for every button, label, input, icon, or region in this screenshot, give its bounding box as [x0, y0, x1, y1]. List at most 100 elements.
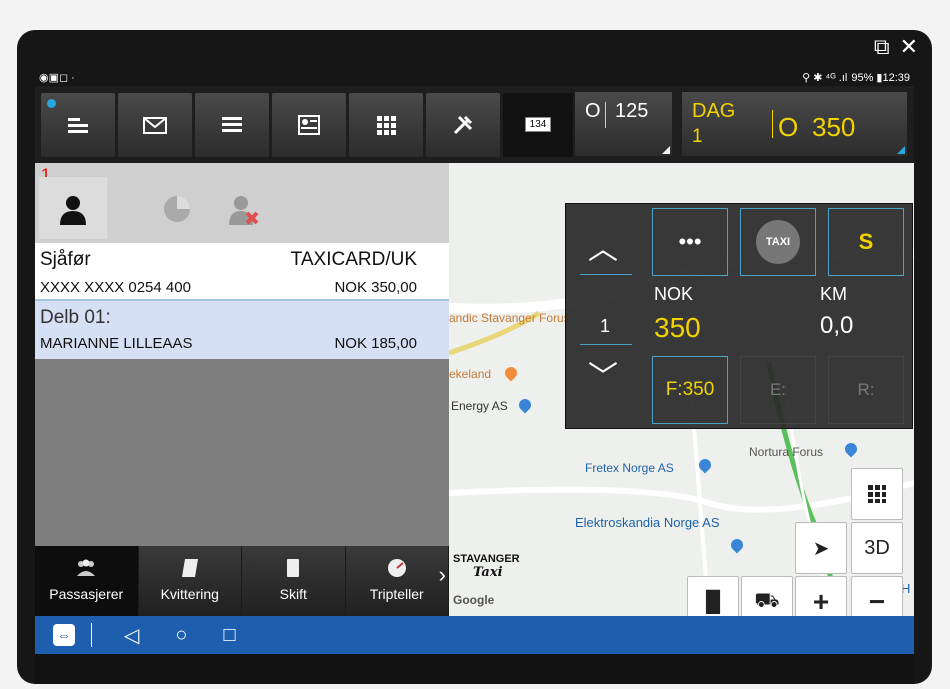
divider-line	[580, 344, 632, 345]
km-value: 0,0	[820, 312, 854, 339]
split-card[interactable]: Delb 01: MARIANNE LILLEAAS NOK 185,00	[35, 301, 449, 359]
tablet-frame: ⧉ ✕ ◉▣◻ · ⚲ ✱ ⁴ᴳ .ıl 95% ▮12:39 134 O 12…	[17, 30, 932, 684]
map-grid-button[interactable]	[851, 468, 903, 520]
split-amount: NOK 185,00	[334, 335, 417, 352]
dag-o-label: O	[778, 112, 799, 142]
clipboard-icon	[287, 559, 300, 577]
stavanger-taxi-logo: STAVANGER Taxi	[453, 553, 520, 580]
driver-label: Sjåfør	[40, 249, 91, 270]
nok-value: 350	[654, 312, 701, 343]
s-button[interactable]: S	[828, 208, 904, 276]
android-navbar: ⇔ ◁ ○ □	[35, 616, 914, 654]
s-label: S	[858, 229, 874, 254]
google-logo: Google	[453, 593, 495, 607]
nav-label: Tripteller	[369, 586, 424, 602]
card-number: XXXX XXXX 0254 400	[40, 279, 191, 296]
tools-button[interactable]	[426, 92, 500, 157]
fare-card[interactable]: Sjåfør TAXICARD/UK XXXX XXXX 0254 400 NO…	[35, 243, 449, 301]
menu-button[interactable]	[41, 92, 115, 157]
person-icon	[60, 196, 86, 225]
odo-o-label: O	[585, 100, 601, 122]
receipt-button[interactable]	[272, 92, 346, 157]
3d-button[interactable]: 3D	[851, 522, 903, 574]
receipt-icon	[181, 559, 198, 577]
list-icon	[222, 116, 242, 132]
home-icon[interactable]: ○	[175, 624, 187, 647]
dag-divider	[772, 110, 773, 138]
day-box[interactable]: DAG 1 O 350	[682, 92, 907, 156]
grid-icon	[377, 115, 396, 135]
taxi-sign-icon: TAXI	[756, 220, 800, 264]
more-dots-icon: •••	[678, 229, 702, 254]
counter-value: 1	[600, 316, 611, 336]
r-value: R:	[857, 380, 875, 399]
recents-icon[interactable]: □	[223, 624, 235, 647]
locate-button[interactable]: ➤	[795, 522, 847, 574]
nav-label: Passasjerer	[49, 586, 124, 602]
notification-dot	[47, 98, 56, 108]
divider	[91, 623, 92, 647]
passenger-tabs: 1	[35, 163, 449, 243]
grid-button[interactable]	[349, 92, 423, 157]
odo-value: 125	[615, 100, 649, 122]
battery-clock: 95% ▮12:39	[851, 71, 910, 84]
bottom-nav: Passasjerer Kvittering Skift Tripteller …	[35, 546, 449, 616]
r-button[interactable]: R:	[828, 356, 904, 424]
navigation-arrow-icon: ➤	[812, 537, 830, 560]
chevron-down-icon[interactable]: ﹀	[588, 352, 618, 396]
bars-icon: ▐▌	[698, 590, 728, 613]
map-label: ekeland	[449, 367, 492, 381]
gauge-icon	[387, 559, 406, 577]
top-toolbar: 134 O 125 DAG 1 O 350	[35, 86, 914, 163]
km-label: KM	[820, 284, 847, 304]
map-label: Energy AS	[451, 399, 508, 413]
map-label: Nortura Forus	[749, 445, 824, 459]
map-label: Elektroskandia Norge AS	[575, 515, 720, 530]
close-icon[interactable]: ✕	[900, 34, 918, 60]
nav-shift[interactable]: Skift	[242, 546, 345, 616]
dag-number: 1	[692, 126, 703, 147]
minus-icon: −	[868, 586, 886, 617]
nav-receipt[interactable]: Kvittering	[138, 546, 241, 616]
app-screen: 134 O 125 DAG 1 O 350 1 Sjåfør TAXICARD/…	[35, 86, 914, 684]
pie-icon	[164, 196, 190, 222]
window-controls: ⧉ ✕	[874, 34, 918, 60]
chevron-right-icon[interactable]: ›	[439, 562, 446, 588]
cars-icon: ⛟	[754, 589, 780, 612]
chevron-up-icon[interactable]: ︿	[588, 224, 618, 268]
mail-icon	[143, 116, 167, 134]
nav-tripteller[interactable]: Tripteller ›	[345, 546, 448, 616]
fare-amount: NOK 350,00	[334, 279, 417, 296]
brand-line-1: STAVANGER	[453, 553, 520, 565]
nav-passengers[interactable]: Passasjerer	[35, 546, 138, 616]
teamviewer-icon[interactable]: ⇔	[53, 624, 75, 646]
receipt-icon	[298, 114, 320, 135]
dag-label: DAG	[692, 100, 736, 122]
dag-value: 350	[812, 112, 856, 142]
tab-passenger[interactable]	[39, 177, 107, 239]
split-row-2: MARIANNE LILLEAAS NOK 185,00	[40, 335, 417, 352]
tab-remove-passenger[interactable]	[209, 177, 277, 239]
plus-icon: +	[812, 586, 830, 617]
mail-button[interactable]	[118, 92, 192, 157]
statusbar-icons: ⚲ ✱ ⁴ᴳ .ıl	[802, 71, 848, 84]
split-name: MARIANNE LILLEAAS	[40, 335, 193, 352]
back-icon[interactable]: ◁	[124, 623, 139, 648]
taxi-sign-button[interactable]: TAXI	[740, 208, 816, 276]
f-button[interactable]: F:350	[652, 356, 728, 424]
bottom-bezel	[35, 654, 914, 684]
nav-label: Kvittering	[160, 586, 219, 602]
meter-button[interactable]: 134	[503, 92, 573, 157]
popout-icon[interactable]: ⧉	[874, 34, 890, 60]
brand-line-2: Taxi	[473, 565, 503, 580]
odometer-box[interactable]: O 125	[575, 92, 672, 156]
list-button[interactable]	[195, 92, 269, 157]
passenger-panel: 1 Sjåfør TAXICARD/UK XXXX XXXX 0254 400	[35, 163, 449, 616]
more-button[interactable]: •••	[652, 208, 728, 276]
e-value: E:	[769, 380, 787, 399]
e-button[interactable]: E:	[740, 356, 816, 424]
tab-split[interactable]	[143, 177, 211, 239]
odo-divider	[605, 102, 606, 128]
payment-type: TAXICARD/UK	[290, 249, 417, 270]
split-row-1: Delb 01:	[40, 307, 417, 329]
